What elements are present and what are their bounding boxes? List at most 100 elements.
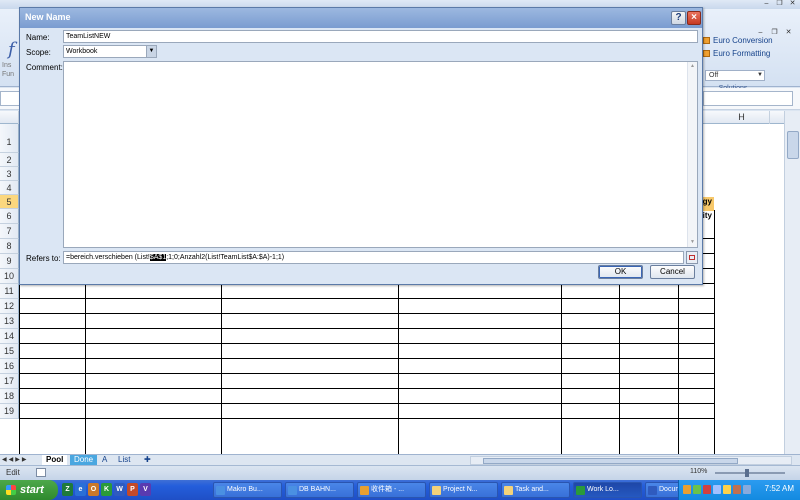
task-button-active[interactable]: Work Lo... <box>573 482 642 498</box>
row-header[interactable]: 7 <box>0 224 19 239</box>
ok-button[interactable]: OK <box>598 265 643 279</box>
comment-scrollbar[interactable]: ▲ ▼ <box>687 62 697 247</box>
sheet-tab-done[interactable]: Done <box>70 455 98 465</box>
sheet-tab-a[interactable]: A <box>98 455 111 465</box>
euro-conversion-label: Euro Conversion <box>713 36 773 45</box>
task-buttons: Makro Bu... DB BAHN... 收件箱 - ... Project… <box>213 482 714 498</box>
euro-formatting-button[interactable]: Euro Formatting <box>703 49 770 58</box>
tray-app-icon[interactable] <box>733 485 741 494</box>
zoom-level[interactable]: 110% <box>690 468 707 475</box>
column-border <box>619 284 620 454</box>
row-header[interactable]: 5 <box>0 195 19 209</box>
taskbar: start Z e O K W P V Makro Bu... DB BAHN.… <box>0 480 800 500</box>
collapse-dialog-button[interactable] <box>686 251 698 264</box>
app-quick-icon[interactable]: K <box>101 483 112 496</box>
euro-conversion-button[interactable]: Euro Conversion <box>703 36 773 45</box>
task-button[interactable]: Project N... <box>429 482 498 498</box>
tray-outlook-icon[interactable] <box>683 485 691 494</box>
task-button[interactable]: 收件箱 - ... <box>357 482 426 498</box>
word-icon <box>648 486 657 495</box>
word-quick-icon[interactable]: W <box>114 483 125 496</box>
help-button[interactable]: ? <box>671 11 686 25</box>
system-tray: 7:52 AM <box>678 480 800 500</box>
folder-icon <box>504 486 513 495</box>
scope-select[interactable]: Workbook ▼ <box>63 45 157 58</box>
scroll-thumb[interactable] <box>483 458 738 464</box>
zoom-slider[interactable] <box>715 469 785 477</box>
sheet-tab-pool[interactable]: Pool <box>42 455 68 465</box>
row-border <box>19 313 714 314</box>
sheet-tab-list[interactable]: List <box>114 455 134 465</box>
cancel-button[interactable]: Cancel <box>650 265 695 279</box>
row-header[interactable]: 13 <box>0 314 19 329</box>
euro-format-select[interactable]: Off ▼ <box>705 70 765 81</box>
refers-to-input[interactable]: =bereich.verschieben (List!$A$1;1;0;Anza… <box>63 251 684 264</box>
row-header[interactable]: 19 <box>0 404 19 419</box>
insert-function-label: Ins Fun <box>2 62 15 78</box>
zoom-slider-knob[interactable] <box>745 469 749 477</box>
outlook-quick-icon[interactable]: O <box>88 483 99 496</box>
column-border <box>561 284 562 454</box>
row-header[interactable]: 1 <box>0 124 19 153</box>
scope-label: Scope: <box>26 48 51 57</box>
insert-sheet-icon[interactable]: ✚ <box>140 455 155 465</box>
sheet-tab-bar: ◀◀▶▶ Pool Done A List ✚ <box>0 454 800 465</box>
scroll-down-icon[interactable]: ▼ <box>689 239 696 246</box>
scroll-up-icon[interactable]: ▲ <box>689 63 696 70</box>
start-button[interactable]: start <box>0 480 58 500</box>
task-button[interactable]: DB BAHN... <box>285 482 354 498</box>
status-mode: Edit <box>6 468 20 477</box>
tray-network-icon[interactable] <box>693 485 701 494</box>
tray-app-icon[interactable] <box>743 485 751 494</box>
row-header[interactable]: 15 <box>0 344 19 359</box>
row-header[interactable]: 10 <box>0 269 19 284</box>
row-header[interactable]: 3 <box>0 167 19 181</box>
powerpoint-quick-icon[interactable]: P <box>127 483 138 496</box>
row-header[interactable]: 6 <box>0 209 19 224</box>
tray-display-icon[interactable] <box>713 485 721 494</box>
row-header[interactable]: 9 <box>0 254 19 269</box>
scroll-thumb[interactable] <box>787 131 799 159</box>
row-header[interactable]: 12 <box>0 299 19 314</box>
dialog-title-bar: New Name ? × <box>20 8 702 28</box>
comment-textarea[interactable]: ▲ ▼ <box>63 61 698 248</box>
task-button[interactable]: Task and... <box>501 482 570 498</box>
row-header[interactable]: 16 <box>0 359 19 374</box>
name-box[interactable] <box>0 91 20 106</box>
formula-selection: $A$1 <box>149 254 167 261</box>
close-icon[interactable]: ✕ <box>787 0 798 8</box>
folder-icon <box>432 486 441 495</box>
row-border <box>19 358 714 359</box>
row-header[interactable]: 11 <box>0 284 19 299</box>
name-input[interactable]: TeamListNEW <box>63 30 698 43</box>
row-header[interactable]: 17 <box>0 374 19 389</box>
tray-security-icon[interactable] <box>703 485 711 494</box>
task-button[interactable]: Makro Bu... <box>213 482 282 498</box>
macro-record-icon[interactable] <box>36 468 46 477</box>
row-header[interactable]: 18 <box>0 389 19 404</box>
row-header[interactable]: 4 <box>0 181 19 195</box>
row-header[interactable]: 8 <box>0 239 19 254</box>
ie-quick-icon[interactable]: e <box>75 483 86 496</box>
formula-input[interactable] <box>703 91 793 106</box>
task-label: Task and... <box>515 486 549 493</box>
chevron-down-icon[interactable]: ▼ <box>146 46 156 57</box>
horizontal-scrollbar[interactable] <box>470 456 792 465</box>
column-header-h[interactable]: H <box>714 111 770 124</box>
close-button[interactable]: × <box>687 11 701 25</box>
row-header[interactable]: 14 <box>0 329 19 344</box>
visio-quick-icon[interactable]: V <box>140 483 151 496</box>
select-all-corner[interactable] <box>0 111 19 124</box>
row-border <box>19 388 714 389</box>
task-label: Project N... <box>443 486 478 493</box>
tray-volume-icon[interactable] <box>723 485 731 494</box>
quick-launch: Z e O K W P V <box>62 483 151 496</box>
task-label: 收件箱 - ... <box>371 486 405 493</box>
sheet-nav-arrows[interactable]: ◀◀▶▶ <box>2 456 28 463</box>
excel-quick-icon[interactable]: Z <box>62 483 73 496</box>
vertical-scrollbar[interactable] <box>784 111 800 454</box>
row-border <box>19 298 714 299</box>
row-header[interactable]: 2 <box>0 153 19 167</box>
restore-icon[interactable]: ❐ <box>774 0 785 8</box>
minimize-icon[interactable]: – <box>761 0 772 8</box>
